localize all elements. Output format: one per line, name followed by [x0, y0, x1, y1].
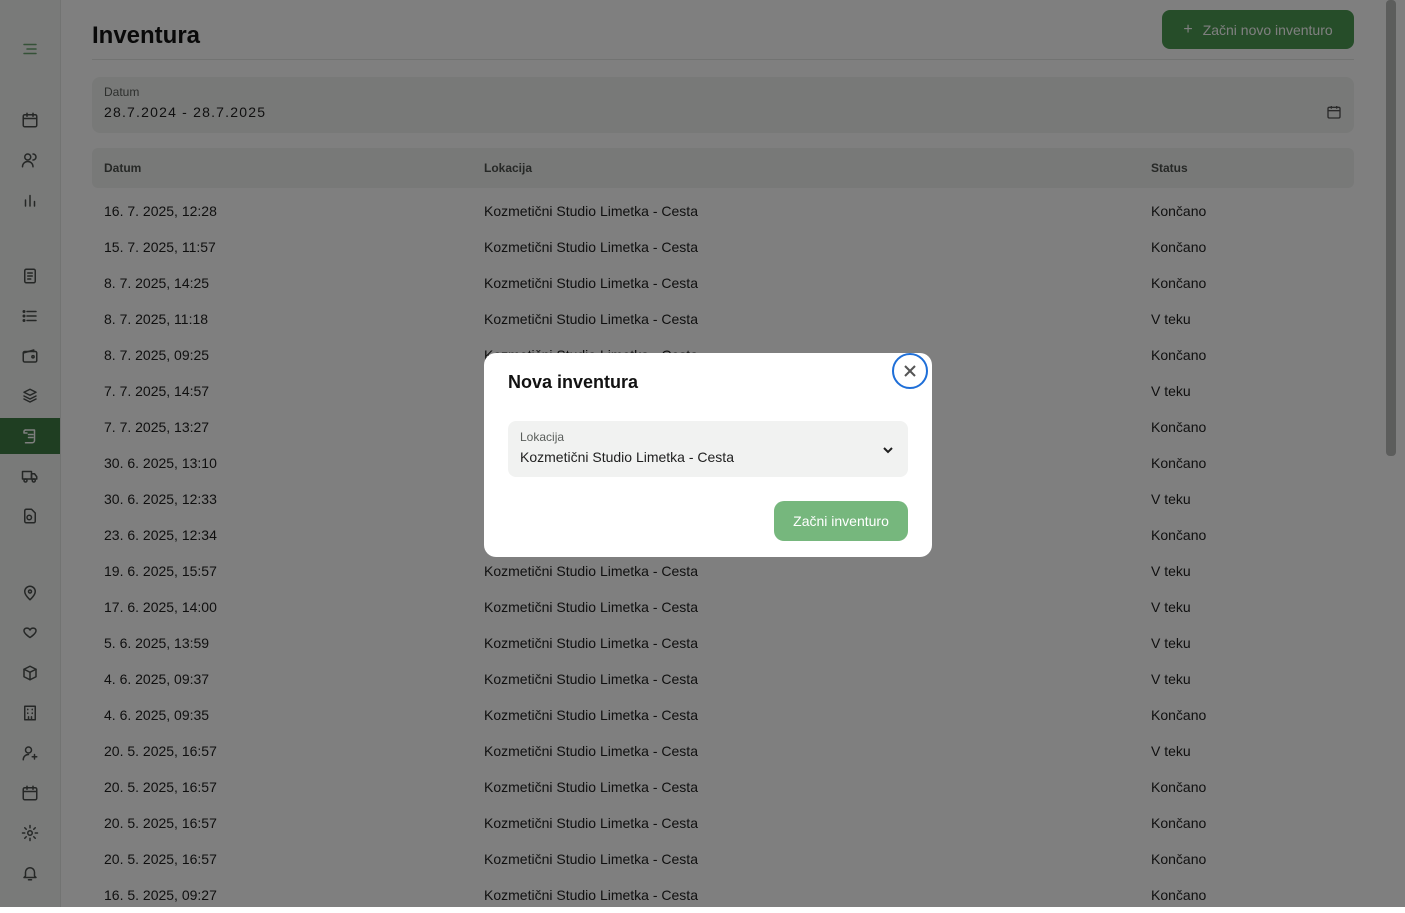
close-icon	[904, 365, 916, 377]
location-select[interactable]: Lokacija Kozmetični Studio Limetka - Ces…	[508, 421, 908, 477]
start-inventory-button[interactable]: Začni inventuro	[774, 501, 908, 541]
new-inventory-dialog: Nova inventura Lokacija Kozmetični Studi…	[484, 353, 932, 557]
location-label: Lokacija	[520, 430, 565, 444]
dialog-title: Nova inventura	[508, 372, 639, 392]
location-value: Kozmetični Studio Limetka - Cesta	[520, 449, 734, 465]
chevron-down-icon	[882, 443, 894, 455]
close-button[interactable]	[892, 353, 928, 389]
